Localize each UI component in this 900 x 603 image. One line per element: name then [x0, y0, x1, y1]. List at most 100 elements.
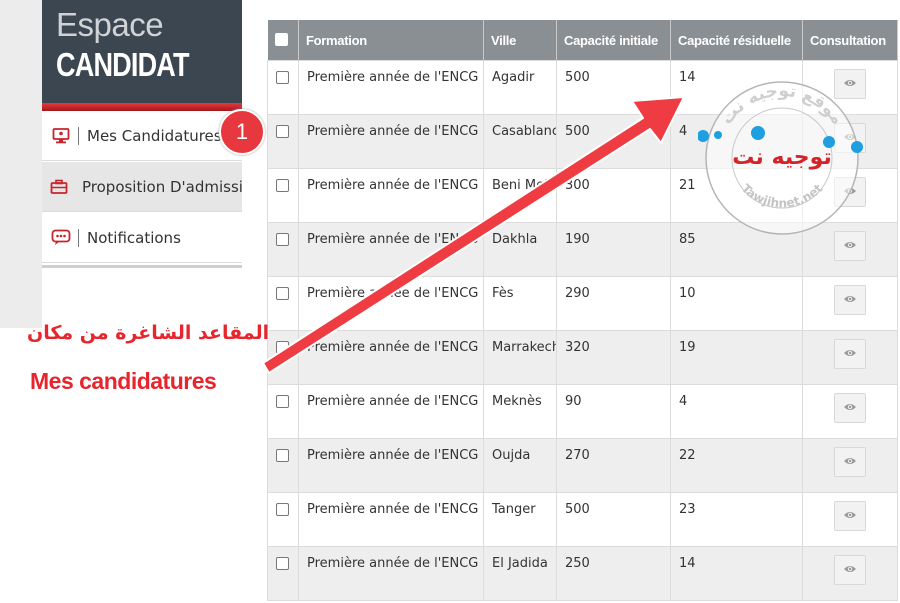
row-checkbox[interactable]	[276, 503, 289, 516]
sidebar-item-proposition[interactable]: Proposition D'admission	[42, 162, 242, 212]
view-button[interactable]	[834, 393, 866, 423]
cell-capacite-residuelle: 85	[670, 222, 803, 277]
cell-capacite-initiale: 500	[556, 114, 671, 169]
row-checkbox[interactable]	[276, 395, 289, 408]
cell-capacite-residuelle: 21	[670, 168, 803, 223]
row-checkbox[interactable]	[276, 179, 289, 192]
sidebar-item-notifications[interactable]: Notifications	[42, 213, 242, 263]
row-checkbox[interactable]	[276, 71, 289, 84]
cell-ville: Fès	[483, 276, 557, 331]
sidebar-accent-bar	[42, 103, 242, 111]
view-button[interactable]	[834, 69, 866, 99]
header-ville[interactable]: Ville	[483, 20, 557, 61]
row-checkbox-cell[interactable]	[267, 168, 299, 223]
table-row[interactable]: Première année de l'ENCG Marrakech 320 19	[267, 330, 898, 385]
row-checkbox-cell[interactable]	[267, 492, 299, 547]
cell-formation: Première année de l'ENCG	[298, 438, 484, 493]
table-row[interactable]: Première année de l'ENCG Beni Mellal 300 21	[267, 168, 898, 223]
cell-capacite-initiale: 500	[556, 60, 671, 115]
cell-ville: Beni Mellal	[483, 168, 557, 223]
view-button[interactable]	[834, 339, 866, 369]
cell-capacite-residuelle: 14	[670, 60, 803, 115]
cell-consultation	[802, 168, 898, 223]
row-checkbox-cell[interactable]	[267, 60, 299, 115]
row-checkbox-cell[interactable]	[267, 384, 299, 439]
row-checkbox[interactable]	[276, 341, 289, 354]
cell-capacite-residuelle: 19	[670, 330, 803, 385]
table-row[interactable]: Première année de l'ENCG Oujda 270 22	[267, 438, 898, 493]
sidebar-separator	[78, 228, 79, 247]
view-button[interactable]	[834, 555, 866, 585]
chat-icon	[50, 229, 72, 246]
cell-capacite-initiale: 320	[556, 330, 671, 385]
cell-formation: Première année de l'ENCG	[298, 222, 484, 277]
table-row[interactable]: Première année de l'ENCG Meknès 90 4	[267, 384, 898, 439]
view-button[interactable]	[834, 285, 866, 315]
table-row[interactable]: Première année de l'ENCG Dakhla 190 85	[267, 222, 898, 277]
cell-ville: Oujda	[483, 438, 557, 493]
view-button[interactable]	[834, 123, 866, 153]
row-checkbox[interactable]	[276, 449, 289, 462]
cell-formation: Première année de l'ENCG	[298, 276, 484, 331]
annotation-latin-text: Mes candidatures	[30, 368, 217, 394]
cell-formation: Première année de l'ENCG	[298, 546, 484, 601]
row-checkbox[interactable]	[276, 287, 289, 300]
cell-capacite-initiale: 250	[556, 546, 671, 601]
header-consultation[interactable]: Consultation	[802, 20, 898, 61]
capacity-table-container: Formation Ville Capacité initiale Capaci…	[267, 20, 898, 601]
sidebar-bottom-shadow	[42, 265, 242, 268]
eye-icon	[843, 77, 857, 92]
header-formation[interactable]: Formation	[298, 20, 484, 61]
cell-consultation	[802, 330, 898, 385]
eye-icon	[843, 131, 857, 146]
cell-ville: Marrakech	[483, 330, 557, 385]
select-all-checkbox[interactable]	[274, 32, 288, 46]
eye-icon	[843, 239, 857, 254]
eye-icon	[843, 185, 857, 200]
step-badge: 1	[219, 109, 265, 155]
cell-consultation	[802, 384, 898, 439]
cell-capacite-initiale: 290	[556, 276, 671, 331]
sidebar-header-line1: Espace	[56, 6, 164, 43]
view-button[interactable]	[834, 177, 866, 207]
cell-ville: Tanger	[483, 492, 557, 547]
view-button[interactable]	[834, 501, 866, 531]
row-checkbox[interactable]	[276, 125, 289, 138]
table-row[interactable]: Première année de l'ENCG Tanger 500 23	[267, 492, 898, 547]
table-row[interactable]: Première année de l'ENCG Fès 290 10	[267, 276, 898, 331]
cell-consultation	[802, 60, 898, 115]
row-checkbox-cell[interactable]	[267, 330, 299, 385]
cell-capacite-initiale: 90	[556, 384, 671, 439]
cell-formation: Première année de l'ENCG	[298, 60, 484, 115]
row-checkbox[interactable]	[276, 557, 289, 570]
row-checkbox-cell[interactable]	[267, 222, 299, 277]
table-row[interactable]: Première année de l'ENCG Agadir 500 14	[267, 60, 898, 115]
eye-icon	[843, 509, 857, 524]
row-checkbox-cell[interactable]	[267, 438, 299, 493]
sidebar-header: Espace CANDIDAT	[42, 0, 242, 103]
header-capacite-residuelle[interactable]: Capacité résiduelle	[670, 20, 803, 61]
cell-capacite-residuelle: 14	[670, 546, 803, 601]
cell-formation: Première année de l'ENCG	[298, 384, 484, 439]
cell-consultation	[802, 492, 898, 547]
table-row[interactable]: Première année de l'ENCGCasablanca5004	[267, 114, 898, 169]
briefcase-icon	[50, 179, 68, 195]
cell-ville: El Jadida	[483, 546, 557, 601]
row-checkbox-cell[interactable]	[267, 546, 299, 601]
sidebar-item-mes-candidatures[interactable]: Mes Candidatures	[42, 111, 242, 161]
cell-capacite-residuelle: 23	[670, 492, 803, 547]
table-row[interactable]: Première année de l'ENCG El Jadida 250 14	[267, 546, 898, 601]
cell-consultation	[802, 438, 898, 493]
cell-consultation	[802, 276, 898, 331]
header-capacite-initiale[interactable]: Capacité initiale	[556, 20, 671, 61]
cell-ville: Dakhla	[483, 222, 557, 277]
eye-icon	[843, 293, 857, 308]
annotation-arabic-text: المقاعد الشاغرة من مكان	[27, 322, 270, 344]
select-all-header[interactable]	[267, 20, 299, 61]
row-checkbox-cell[interactable]	[267, 276, 299, 331]
view-button[interactable]	[834, 231, 866, 261]
row-checkbox[interactable]	[276, 233, 289, 246]
view-button[interactable]	[834, 447, 866, 477]
cell-ville: Agadir	[483, 60, 557, 115]
row-checkbox-cell[interactable]	[267, 114, 299, 169]
